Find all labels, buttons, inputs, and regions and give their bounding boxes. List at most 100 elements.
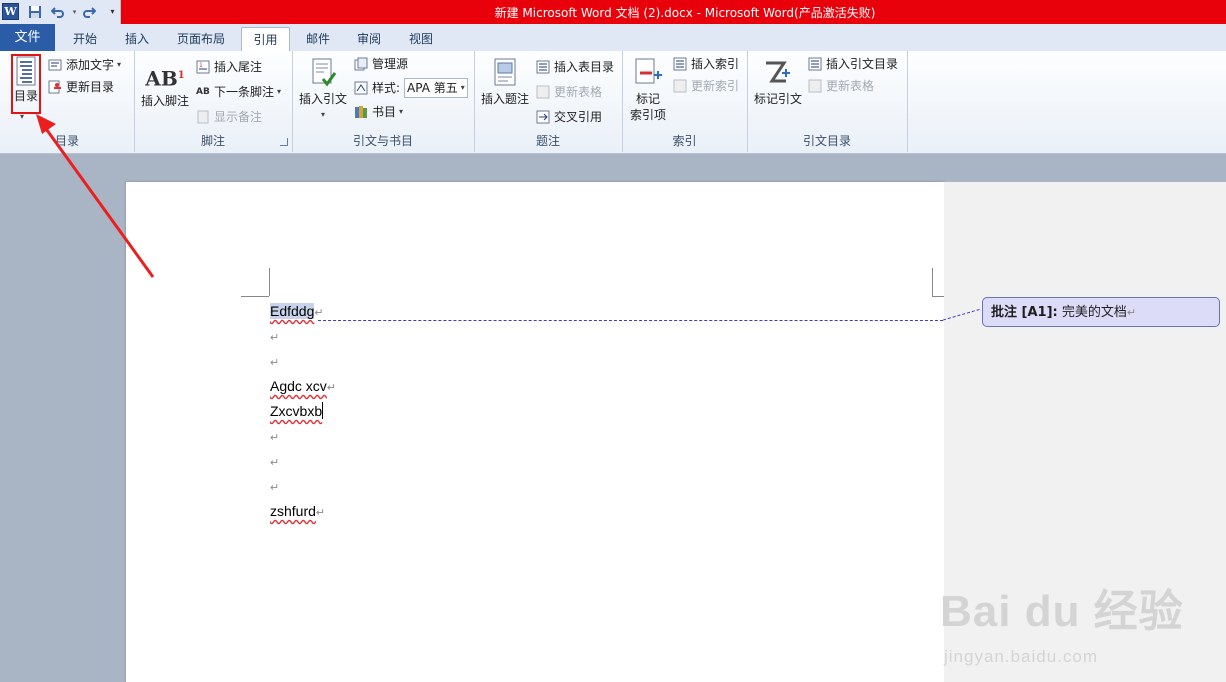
doc-line-6[interactable]: ↵ <box>270 426 279 446</box>
insert-footnote-button[interactable]: AB1 插入脚注 <box>138 61 192 109</box>
cross-reference-label: 交叉引用 <box>554 110 603 124</box>
customize-qat-icon[interactable]: ▾ <box>104 3 121 20</box>
insert-footnote-label: 插入脚注 <box>140 94 189 108</box>
update-toc-button[interactable]: 更新目录 <box>48 77 114 97</box>
ribbon-tabs: 文件 开始 插入 页面布局 引用 邮件 审阅 视图 <box>0 24 1226 53</box>
crop-mark-left-v <box>269 268 270 296</box>
insert-toa-button[interactable]: 插入引文目录 <box>808 54 898 74</box>
quick-access-toolbar: W ▾ ▾ <box>0 0 121 24</box>
mark-entry-label-1: 标记 <box>635 92 660 106</box>
group-captions: 插入题注 插入表目录 更新表格 交叉引用 题注 <box>474 51 623 152</box>
add-text-button[interactable]: 添加文字 ▾ <box>48 55 121 75</box>
redo-icon[interactable] <box>80 3 97 20</box>
update-toc-label: 更新目录 <box>66 80 115 94</box>
insert-citation-button[interactable]: 插入引文 ▾ <box>296 57 350 123</box>
footnote-icon: AB1 <box>145 66 185 91</box>
show-notes-label: 显示备注 <box>214 110 263 124</box>
next-footnote-label: 下一条脚注 <box>214 85 275 99</box>
crop-mark-right-v <box>932 268 933 296</box>
mark-citation-label: 标记引文 <box>753 92 802 106</box>
style-dropdown[interactable]: APA 第五 ▾ <box>404 78 468 98</box>
group-citations-label: 引文与书目 <box>352 134 413 148</box>
mark-entry-button[interactable]: 标记 索引项 <box>624 57 672 123</box>
tab-references[interactable]: 引用 <box>241 27 290 53</box>
group-authorities: 标记引文 插入引文目录 更新表格 引文目录 <box>747 51 908 152</box>
save-icon[interactable] <box>26 3 43 20</box>
update-index-button[interactable]: 更新索引 <box>673 76 739 96</box>
doc-line-7[interactable]: ↵ <box>270 451 279 471</box>
watermark-main-text: Bai du 经验 <box>940 587 1184 636</box>
doc-line-5[interactable]: Zxcvbxb <box>270 401 324 421</box>
manage-sources-button[interactable]: 管理源 <box>354 54 408 74</box>
insert-caption-button[interactable]: 插入题注 <box>478 57 532 107</box>
annotation-arrow-icon <box>36 114 155 278</box>
tab-review[interactable]: 审阅 <box>344 27 394 51</box>
insert-index-button[interactable]: 插入索引 <box>673 54 739 74</box>
paragraph-mark: ↵ <box>326 382 337 394</box>
paragraph-mark: ↵ <box>270 457 280 469</box>
paragraph-mark: ↵ <box>314 307 324 319</box>
insert-index-label: 插入索引 <box>691 57 740 71</box>
bibliography-button[interactable]: 书目 ▾ <box>354 102 403 122</box>
mark-entry-icon <box>635 58 662 84</box>
doc-line-3[interactable]: ↵ <box>270 351 279 371</box>
bibliography-dropdown-icon: ▾ <box>399 107 404 116</box>
tab-file[interactable]: 文件 <box>0 24 55 51</box>
doc-line-1[interactable]: Edfddg↵ <box>270 301 324 321</box>
manage-sources-label: 管理源 <box>372 57 409 71</box>
next-footnote-icon: AB <box>196 87 210 97</box>
style-dropdown-icon: ▾ <box>460 83 465 92</box>
document-page[interactable] <box>126 182 944 682</box>
insert-caption-icon <box>494 58 516 86</box>
style-label: 样式: <box>372 81 401 95</box>
endnote-icon: 1 <box>196 60 210 74</box>
style-selector: 样式: APA 第五 ▾ <box>354 78 468 98</box>
window-title: 新建 Microsoft Word 文档 (2).docx - Microsof… <box>494 6 876 20</box>
tab-page-layout[interactable]: 页面布局 <box>166 27 236 51</box>
toc-dropdown-icon[interactable]: ▾ <box>20 112 24 121</box>
tab-view[interactable]: 视图 <box>396 27 446 51</box>
doc-line-8[interactable]: ↵ <box>270 476 279 496</box>
table-of-figures-icon <box>536 60 550 74</box>
update-toa-button[interactable]: 更新表格 <box>808 76 874 96</box>
bibliography-icon <box>354 105 368 119</box>
update-table-button[interactable]: 更新表格 <box>536 82 602 102</box>
toc-icon <box>16 56 36 86</box>
word-logo-icon[interactable]: W <box>2 3 19 20</box>
group-citations: 插入引文 ▾ 管理源 样式: APA 第五 ▾ 书目 ▾ 引文与书目 <box>292 51 475 152</box>
doc-line-4-text: Agdc xcv <box>270 378 327 394</box>
svg-text:1: 1 <box>199 62 203 69</box>
comment-text: 完美的文档 <box>1061 305 1127 320</box>
tab-mailings[interactable]: 邮件 <box>293 27 343 51</box>
show-notes-button[interactable]: 显示备注 <box>196 107 262 127</box>
comment-balloon[interactable]: 批注 [A1]: 完美的文档↵ <box>982 297 1220 327</box>
insert-citation-icon <box>312 58 337 87</box>
paragraph-mark: ↵ <box>270 482 280 494</box>
doc-line-2[interactable]: ↵ <box>270 326 279 346</box>
insert-endnote-button[interactable]: 1 插入尾注 <box>196 57 262 77</box>
undo-icon[interactable] <box>49 3 66 20</box>
mark-citation-button[interactable]: 标记引文 <box>751 57 805 107</box>
next-footnote-button[interactable]: AB 下一条脚注 ▾ <box>196 82 281 102</box>
tab-home[interactable]: 开始 <box>60 27 110 51</box>
style-value: APA 第五 <box>407 81 458 95</box>
paragraph-mark: ↵ <box>270 332 280 344</box>
tab-insert[interactable]: 插入 <box>112 27 162 51</box>
text-caret <box>322 402 324 419</box>
doc-line-9[interactable]: zshfurd↵ <box>270 501 325 521</box>
toc-button[interactable]: 目录 <box>11 54 41 114</box>
add-text-dropdown-icon: ▾ <box>117 60 122 69</box>
cross-reference-button[interactable]: 交叉引用 <box>536 107 602 127</box>
paragraph-mark: ↵ <box>315 507 326 519</box>
add-text-icon <box>48 58 62 72</box>
doc-line-9-text: zshfurd <box>270 503 316 519</box>
comment-connector-tail <box>943 308 982 321</box>
mark-entry-label-2: 索引项 <box>629 108 666 122</box>
commented-text[interactable]: Edfddg <box>270 303 315 319</box>
doc-line-4[interactable]: Agdc xcv↵ <box>270 376 336 396</box>
insert-table-of-figures-button[interactable]: 插入表目录 <box>536 57 614 77</box>
group-index-label: 索引 <box>672 134 697 148</box>
crop-mark-left-h <box>241 296 269 297</box>
paragraph-mark: ↵ <box>1126 306 1137 319</box>
paragraph-mark: ↵ <box>270 357 280 369</box>
